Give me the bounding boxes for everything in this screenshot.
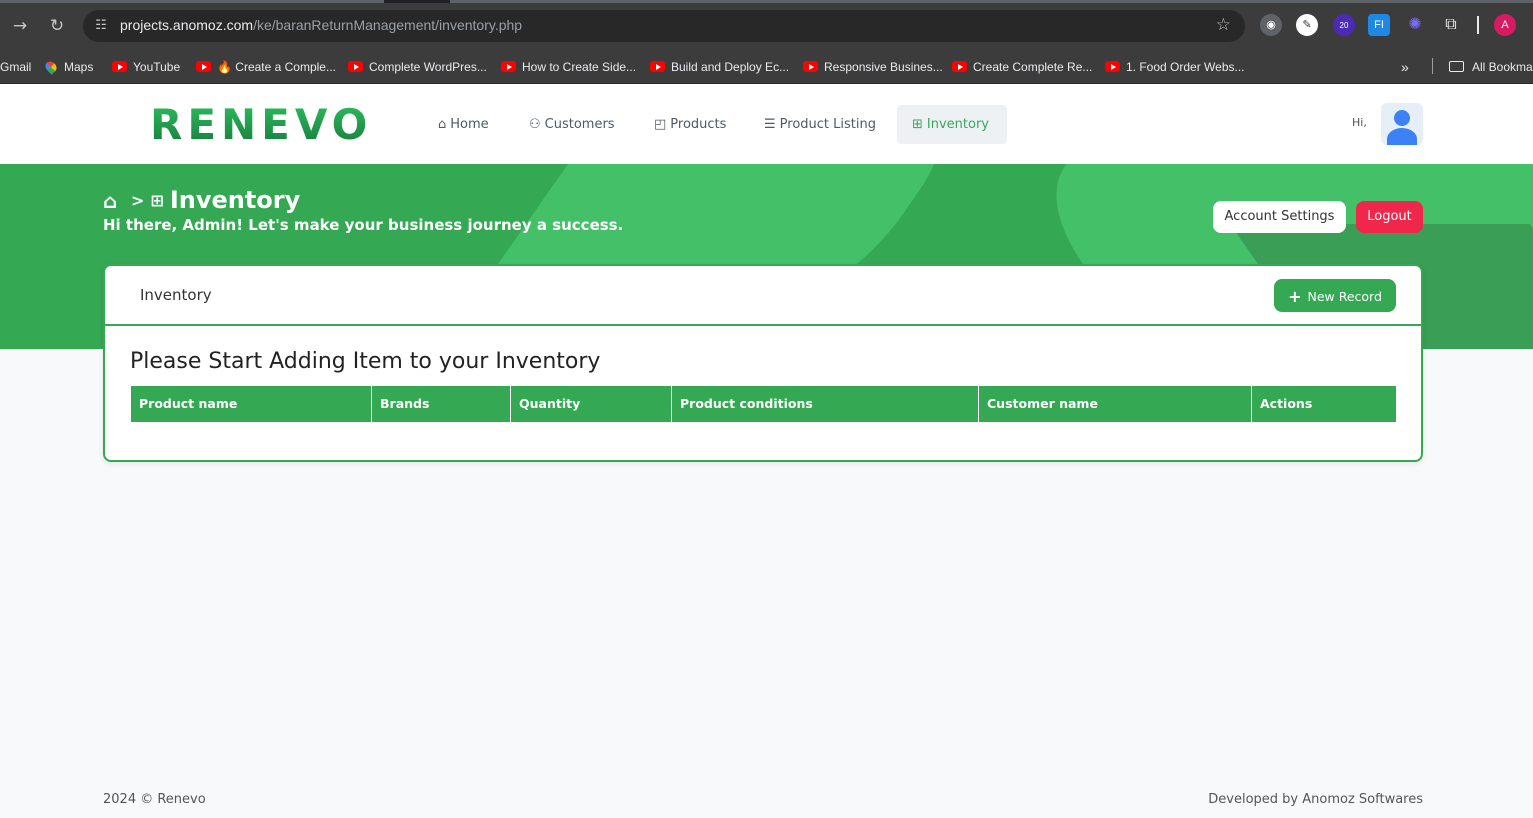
browser-toolbar: → ↻ ☷ projects.anomoz.com/ke/baranReturn… <box>0 0 1533 52</box>
gear-extension-icon[interactable]: ✺ <box>1404 14 1426 36</box>
bookmark-label: Maps <box>64 60 94 74</box>
nav-label: Inventory <box>926 117 989 132</box>
card-title: Inventory <box>140 286 212 304</box>
address-bar[interactable]: ☷ projects.anomoz.com/ke/baranReturnMana… <box>83 10 1245 42</box>
chevron-right-icon: > <box>131 191 145 210</box>
extensions-puzzle-icon[interactable]: ⧉ <box>1440 14 1462 36</box>
empty-state-title: Please Start Adding Item to your Invento… <box>130 349 601 374</box>
column-header[interactable]: Actions <box>1252 386 1396 422</box>
column-header[interactable]: Customer name <box>979 386 1252 422</box>
new-record-label: New Record <box>1307 289 1382 304</box>
column-header[interactable]: Product name <box>131 386 372 422</box>
reload-icon[interactable]: ↻ <box>45 14 69 38</box>
bag-icon: ◰ <box>654 117 667 132</box>
camera-extension-icon[interactable]: ◉ <box>1260 14 1282 36</box>
bookmark-label: Complete WordPres... <box>369 60 487 74</box>
nav-inventory[interactable]: ⊞ Inventory <box>897 105 1007 144</box>
youtube-icon <box>803 61 818 72</box>
bookmark-label: YouTube <box>133 60 181 74</box>
tab[interactable] <box>450 0 1533 3</box>
pen-extension-icon[interactable]: ✎ <box>1296 14 1318 36</box>
welcome-message: Hi there, Admin! Let's make your busines… <box>103 216 624 234</box>
all-bookmarks-label: All Bookma <box>1472 60 1533 74</box>
page-title: Inventory <box>169 186 301 214</box>
avatar-head <box>1394 110 1410 126</box>
forward-icon[interactable]: → <box>8 14 32 38</box>
sitemap-icon: ⊞ <box>912 117 923 132</box>
logout-button[interactable]: Logout <box>1356 201 1423 233</box>
inventory-card: Inventory + New Record Please Start Addin… <box>103 264 1423 462</box>
youtube-icon <box>1105 61 1120 72</box>
extension-badge-count: 20 <box>1339 21 1349 30</box>
nav-label: Product Listing <box>779 117 876 132</box>
bookmark-label: Gmail <box>0 60 32 74</box>
url-text[interactable]: projects.anomoz.com/ke/baranReturnManage… <box>120 17 522 33</box>
youtube-icon <box>196 61 211 72</box>
tab[interactable] <box>0 0 384 3</box>
avatar-body <box>1387 128 1417 145</box>
folder-icon <box>1449 61 1464 72</box>
plus-icon: + <box>1288 287 1302 306</box>
bookmark-label: How to Create Side... <box>522 60 637 74</box>
tab-strip <box>0 0 1533 3</box>
home-icon: ⌂ <box>438 117 447 132</box>
column-header[interactable]: Quantity <box>511 386 672 422</box>
url-path: /ke/baranReturnManagement/inventory.php <box>253 17 523 33</box>
bookmark-label: Create Complete Re... <box>973 60 1093 74</box>
breadcrumb: ⌂ > ⊞ Inventory <box>103 186 300 214</box>
column-header[interactable]: Brands <box>372 386 511 422</box>
nav-product-listing[interactable]: ☰ Product Listing <box>764 105 876 144</box>
url-host: projects.anomoz.com <box>120 17 254 33</box>
bookmark-label: Build and Deploy Ec... <box>671 60 790 74</box>
youtube-icon <box>501 61 516 72</box>
users-icon: ⚇ <box>529 117 541 132</box>
nav-home[interactable]: ⌂ Home <box>438 105 489 144</box>
nav-label: Customers <box>544 117 615 132</box>
bookmark-label: Responsive Busines... <box>824 60 943 74</box>
bookmark-star-icon[interactable]: ☆ <box>1216 15 1231 35</box>
profile-initial: A <box>1501 19 1509 31</box>
nav-label: Products <box>670 117 727 132</box>
toolbar-divider <box>1477 16 1479 34</box>
greeting-hi: Hi, <box>1352 116 1367 129</box>
account-settings-button[interactable]: Account Settings <box>1213 201 1346 233</box>
footer-copyright: 2024 © Renevo <box>103 792 206 807</box>
app-header: RENEVO ⌂ Home ⚇ Customers ◰ Products ☰ Produ… <box>0 84 1533 164</box>
user-avatar[interactable] <box>1381 103 1423 145</box>
column-header[interactable]: Product conditions <box>672 386 979 422</box>
new-record-button[interactable]: + New Record <box>1274 279 1396 312</box>
home-icon[interactable]: ⌂ <box>103 189 125 213</box>
list-icon: ☰ <box>764 117 776 132</box>
nav-products[interactable]: ◰ Products <box>654 105 726 144</box>
nav-label: Home <box>450 117 489 132</box>
footer-credit: Developed by Anomoz Softwares <box>1208 792 1423 807</box>
logo[interactable]: RENEVO <box>150 100 372 149</box>
youtube-icon <box>650 61 665 72</box>
extension-badge-icon[interactable]: 20 <box>1333 14 1355 36</box>
youtube-icon <box>952 61 967 72</box>
profile-avatar[interactable]: A <box>1494 14 1516 36</box>
bookmark-label: 1. Food Order Webs... <box>1126 60 1245 74</box>
bookmarks-bar: Gmail Maps YouTube 🔥 Create a Comple... … <box>0 52 1533 84</box>
bookmarks-divider <box>1432 58 1433 74</box>
card-header: Inventory + New Record <box>105 266 1421 326</box>
nav-customers[interactable]: ⚇ Customers <box>529 105 615 144</box>
table-header: Product name Brands Quantity Product con… <box>131 386 1396 422</box>
youtube-icon <box>112 61 127 72</box>
fi-extension-icon[interactable]: FI <box>1368 14 1390 36</box>
maps-icon <box>43 59 59 75</box>
sitemap-icon: ⊞ <box>150 191 164 210</box>
bookmark-label: 🔥 Create a Comple... <box>217 60 336 74</box>
youtube-icon <box>348 61 363 72</box>
site-settings-icon[interactable]: ☷ <box>91 16 111 36</box>
